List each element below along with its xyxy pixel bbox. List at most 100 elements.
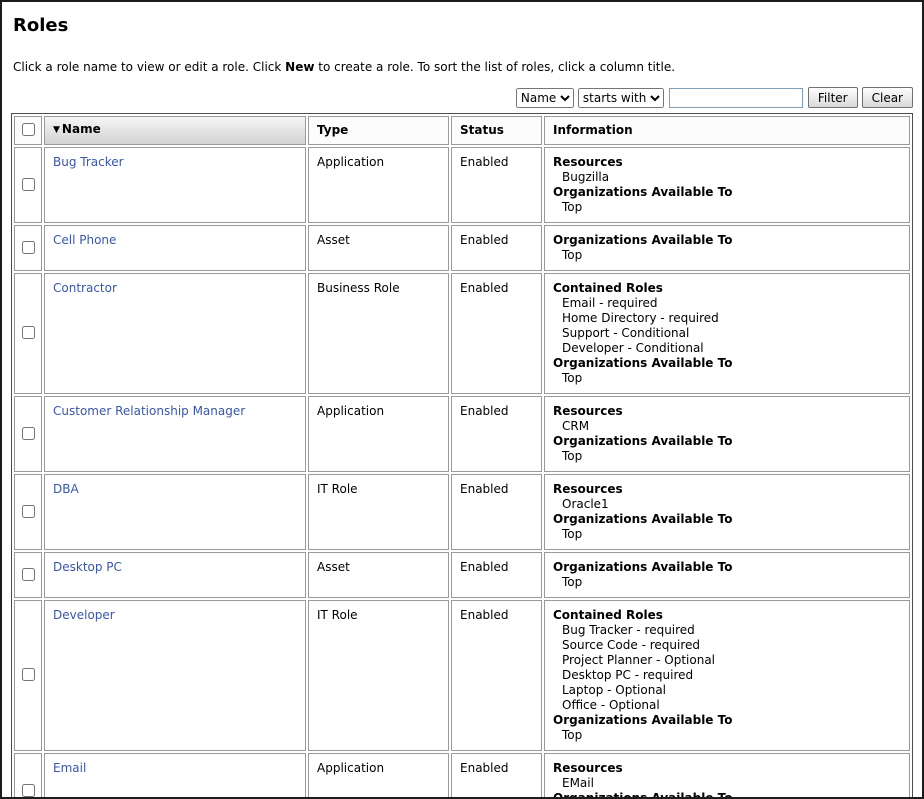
status-cell: Enabled (451, 552, 542, 598)
info-group-label: Organizations Available To (553, 560, 733, 574)
info-item: Top (562, 248, 583, 262)
row-checkbox[interactable] (21, 504, 35, 518)
info-item: Developer - Conditional (562, 341, 704, 355)
name-cell: DBA (44, 474, 306, 550)
role-name-link[interactable]: Bug Tracker (53, 155, 124, 169)
sort-desc-icon: ▼ (53, 125, 60, 135)
select-all-cell (14, 116, 42, 145)
status-cell: Enabled (451, 147, 542, 223)
app-window: Roles Click a role name to view or edit … (0, 0, 924, 799)
column-header-status[interactable]: Status (451, 116, 542, 145)
instructions: Click a role name to view or edit a role… (13, 60, 913, 74)
table-row: Contractor Business Role Enabled Contained … (14, 273, 910, 394)
filter-bar: Name starts with Filter Clear (11, 87, 913, 108)
column-header-name[interactable]: ▼ Name (44, 116, 306, 145)
info-item: Support - Conditional (562, 326, 690, 340)
role-name-link[interactable]: Email (53, 761, 86, 775)
table-header-row: ▼ Name Type Status Information (14, 116, 910, 145)
type-cell: IT Role (308, 474, 449, 550)
type-cell: Application (308, 147, 449, 223)
information-cell: Resources Oracle1 Organizations Available … (544, 474, 910, 550)
info-item: Top (562, 449, 583, 463)
instructions-after: to create a role. To sort the list of ro… (314, 60, 676, 74)
info-group-label: Organizations Available To (553, 512, 733, 526)
type-cell: Asset (308, 552, 449, 598)
info-group-label: Resources (553, 155, 623, 169)
information-cell: Organizations Available To Top (544, 225, 910, 271)
info-group-label: Organizations Available To (553, 791, 733, 799)
type-cell: IT Role (308, 600, 449, 751)
table-row: Developer IT Role Enabled Contained Roles Bu… (14, 600, 910, 751)
row-select-cell (14, 147, 42, 223)
info-item: CRM (562, 419, 590, 433)
column-header-information[interactable]: Information (544, 116, 910, 145)
info-group-label: Organizations Available To (553, 233, 733, 247)
role-name-link[interactable]: Customer Relationship Manager (53, 404, 245, 418)
row-checkbox[interactable] (21, 426, 35, 440)
name-cell: Customer Relationship Manager (44, 396, 306, 472)
role-name-link[interactable]: Cell Phone (53, 233, 116, 247)
row-select-cell (14, 552, 42, 598)
status-cell: Enabled (451, 753, 542, 797)
info-item: Top (562, 728, 583, 742)
info-group-label: Resources (553, 761, 623, 775)
info-group-label: Organizations Available To (553, 434, 733, 448)
role-name-link[interactable]: Desktop PC (53, 560, 122, 574)
instructions-new-keyword: New (285, 60, 315, 74)
info-group-label: Organizations Available To (553, 356, 733, 370)
info-item: Laptop - Optional (562, 683, 667, 697)
filter-button[interactable]: Filter (807, 87, 858, 108)
select-all-checkbox[interactable] (21, 123, 35, 136)
information-cell: Resources EMail Organizations Available To… (544, 753, 910, 799)
info-group-label: Contained Roles (553, 608, 663, 622)
roles-table: ▼ Name Type Status Information Bug Tracke… (11, 113, 913, 799)
table-row: Cell Phone Asset Enabled Organizations Avai… (14, 225, 910, 271)
info-item: Office - Optional (562, 698, 660, 712)
name-cell: Cell Phone (44, 225, 306, 271)
info-item: Top (562, 371, 583, 385)
row-checkbox[interactable] (21, 783, 35, 797)
table-row: DBA IT Role Enabled Resources Oracle1 Organiz… (14, 474, 910, 550)
information-cell: Resources Bugzilla Organizations Available… (544, 147, 910, 223)
row-select-cell (14, 600, 42, 751)
information-cell: Contained Roles Bug Tracker - required Sou… (544, 600, 910, 751)
info-group-label: Resources (553, 482, 623, 496)
role-name-link[interactable]: Developer (53, 608, 115, 622)
column-header-type[interactable]: Type (308, 116, 449, 145)
role-name-link[interactable]: Contractor (53, 281, 117, 295)
row-checkbox[interactable] (21, 177, 35, 191)
status-cell: Enabled (451, 474, 542, 550)
info-item: Home Directory - required (562, 311, 719, 325)
filter-field-select[interactable]: Name (515, 87, 574, 108)
information-cell: Contained Roles Email - required Home Dire… (544, 273, 910, 394)
info-item: Desktop PC - required (562, 668, 694, 682)
information-cell: Organizations Available To Top (544, 552, 910, 598)
row-select-cell (14, 474, 42, 550)
info-item: Email - required (562, 296, 658, 310)
clear-button[interactable]: Clear (861, 87, 913, 108)
row-select-cell (14, 753, 42, 797)
name-cell: Bug Tracker (44, 147, 306, 223)
row-checkbox[interactable] (21, 567, 35, 581)
filter-value-input[interactable] (668, 87, 803, 108)
row-checkbox[interactable] (21, 668, 35, 681)
row-checkbox[interactable] (21, 326, 35, 339)
name-cell: Desktop PC (44, 552, 306, 598)
info-item: Source Code - required (562, 638, 700, 652)
info-group-label: Contained Roles (553, 281, 663, 295)
roles-table-body: Bug Tracker Application Enabled Resources Bu… (14, 147, 910, 799)
info-group-label: Organizations Available To (553, 713, 733, 727)
name-cell: Contractor (44, 273, 306, 394)
info-item: EMail (562, 776, 594, 790)
role-name-link[interactable]: DBA (53, 482, 79, 496)
status-cell: Enabled (451, 600, 542, 751)
table-row: Bug Tracker Application Enabled Resources Bu… (14, 147, 910, 223)
instructions-before: Click a role name to view or edit a role… (13, 60, 286, 74)
filter-operator-select[interactable]: starts with (577, 87, 664, 108)
table-row: Customer Relationship Manager Application… (14, 396, 910, 472)
info-item: Top (562, 200, 583, 214)
row-checkbox[interactable] (21, 240, 35, 254)
row-select-cell (14, 396, 42, 472)
name-cell: Developer (44, 600, 306, 751)
status-cell: Enabled (451, 225, 542, 271)
